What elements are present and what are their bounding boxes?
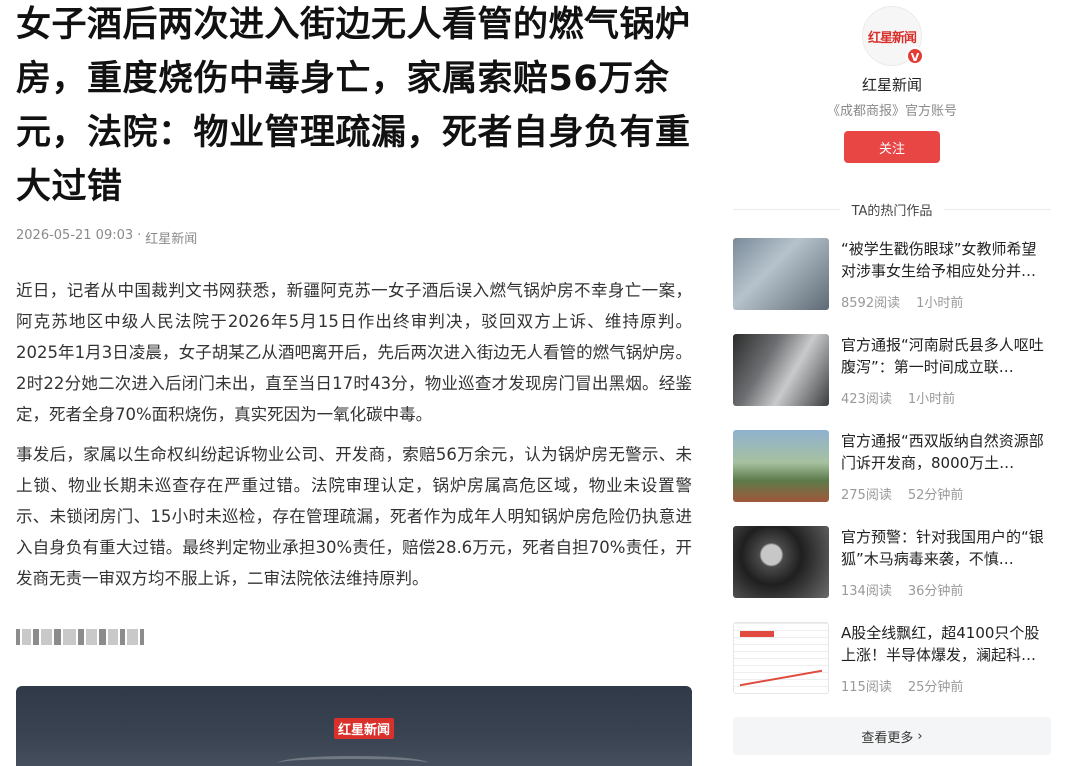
hot-works-header: TA的热门作品 [733,198,1051,220]
cover-brush-stroke [278,756,428,766]
publish-date: 2026-05-21 09:03 [16,228,134,243]
publish-time: 52分钟前 [907,488,964,503]
account-name[interactable]: 红星新闻 [733,74,1051,95]
account-description: 《成都商报》官方账号 [826,104,957,119]
hot-item[interactable]: 官方预警：针对我国用户的“银狐”木马病毒来袭，不慎… 134阅读 36分钟前 [733,526,1051,622]
see-more-button[interactable]: 查看更多 › [733,717,1051,755]
article-title: 女子酒后两次进入街边无人看管的燃气锅炉房，重度烧伤中毒身亡，家属索赔56万余元，… [16,5,691,207]
thumbnail-chart-bar [740,631,774,637]
hot-item[interactable]: 官方通报“河南尉氏县多人呕吐腹泻”：第一时间成立联… 423阅读 1小时前 [733,334,1051,430]
page: 女子酒后两次进入街边无人看管的燃气锅炉房，重度烧伤中毒身亡，家属索赔56万余元，… [0,0,1066,766]
hot-works-list: “被学生戳伤眼球”女教师希望对涉事女生给予相应处分并… 8592阅读 1小时前 … [733,238,1051,718]
hot-item-title[interactable]: “被学生戳伤眼球”女教师希望对涉事女生给予相应处分并… [841,238,1051,282]
hot-works-title: TA的热门作品 [851,203,933,219]
publish-time: 1小时前 [916,296,964,311]
article-paragraph: 近日，记者从中国裁判文书网获悉，新疆阿克苏一女子酒后误入燃气锅炉房不幸身亡一案，… [16,281,692,424]
thumbnail-chart-line [740,645,822,687]
read-count: 423阅读 [841,392,892,407]
hot-item-thumbnail[interactable] [733,430,829,502]
hot-item-title[interactable]: A股全线飘红，超4100只个股上涨！半导体爆发，澜起科… [841,622,1051,666]
hot-item[interactable]: A股全线飘红，超4100只个股上涨！半导体爆发，澜起科… 115阅读 25分钟前 [733,622,1051,718]
hot-item-thumbnail[interactable] [733,334,829,406]
publish-time: 25分钟前 [907,680,964,695]
read-count: 275阅读 [841,488,892,503]
see-more-label: 查看更多 [861,730,914,746]
hot-item[interactable]: 官方通报“西双版纳自然资源部门诉开发商，8000万土… 275阅读 52分钟前 [733,430,1051,526]
read-count: 8592阅读 [841,296,901,311]
hot-item-stats: 134阅读 36分钟前 [841,580,963,599]
hot-item-thumbnail[interactable] [733,622,829,694]
verified-badge-icon: V [906,47,924,65]
hot-item-title[interactable]: 官方通报“西双版纳自然资源部门诉开发商，8000万土… [841,430,1051,474]
author-profile-card: 红星新闻 V 红星新闻 《成都商报》官方账号 关注 [733,0,1051,190]
hot-item-thumbnail[interactable] [733,526,829,598]
brand-logo: 红星新闻 [867,30,917,46]
article-image[interactable]: 红星新闻 [16,686,692,766]
hot-item-stats: 423阅读 1小时前 [841,388,955,407]
article-source[interactable]: 红星新闻 [145,228,197,247]
meta-separator: · [137,228,142,243]
brand-logo: 红星新闻 [334,718,395,739]
blurred-caption [16,628,144,646]
article-paragraph: 事发后，家属以生命权纠纷起诉物业公司、开发商，索赔56万余元，认为锅炉房无警示、… [16,445,692,588]
publish-time: 36分钟前 [907,584,964,599]
read-count: 115阅读 [841,680,892,695]
follow-button[interactable]: 关注 [844,131,940,163]
hot-item-thumbnail[interactable] [733,238,829,310]
hot-item[interactable]: “被学生戳伤眼球”女教师希望对涉事女生给予相应处分并… 8592阅读 1小时前 [733,238,1051,334]
hot-item-stats: 8592阅读 1小时前 [841,292,963,311]
article: 女子酒后两次进入街边无人看管的燃气锅炉房，重度烧伤中毒身亡，家属索赔56万余元，… [16,0,692,766]
publish-time: 1小时前 [907,392,956,407]
hot-item-stats: 275阅读 52分钟前 [841,484,963,503]
hot-item-stats: 115阅读 25分钟前 [841,676,963,695]
sidebar: 红星新闻 V 红星新闻 《成都商报》官方账号 关注 TA的热门作品 “被学生戳伤… [733,0,1051,755]
hot-item-title[interactable]: 官方通报“河南尉氏县多人呕吐腹泻”：第一时间成立联… [841,334,1051,378]
hot-item-title[interactable]: 官方预警：针对我国用户的“银狐”木马病毒来袭，不慎… [841,526,1051,570]
chevron-right-icon: › [917,728,923,744]
article-meta: 2026-05-21 09:03 · 红星新闻 [16,228,692,247]
read-count: 134阅读 [841,584,892,599]
